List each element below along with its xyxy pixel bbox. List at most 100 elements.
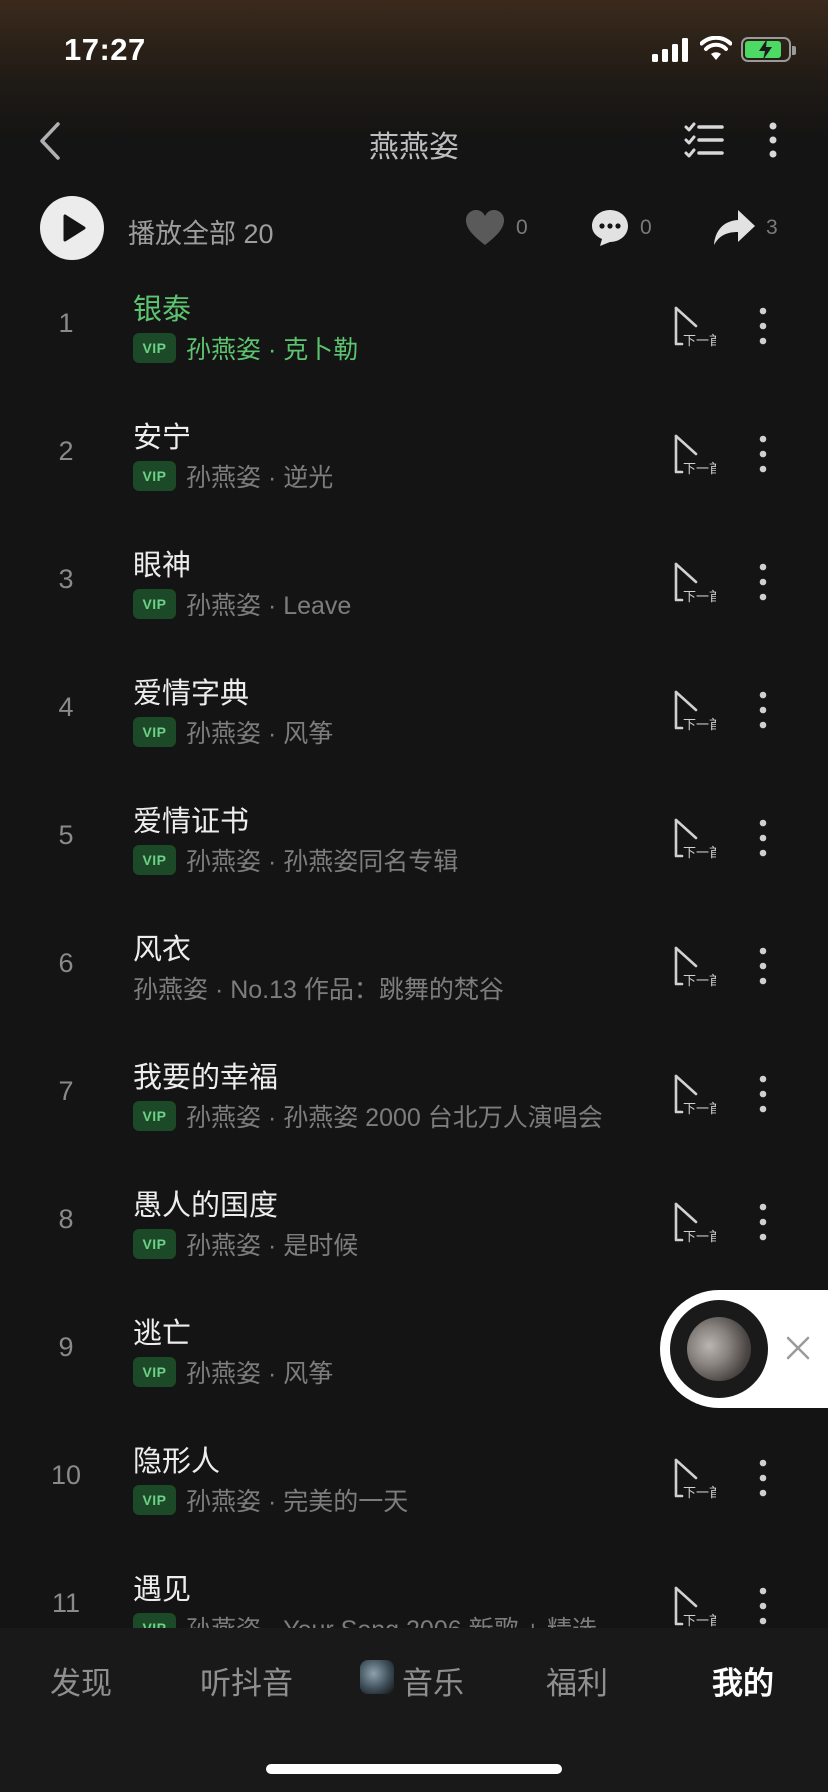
- like-button[interactable]: 0: [464, 206, 534, 250]
- song-index: 5: [58, 820, 74, 850]
- song-more-icon[interactable]: [752, 688, 774, 732]
- now-playing-disc[interactable]: [670, 1300, 768, 1398]
- vip-badge: VIP: [133, 1613, 176, 1628]
- song-row[interactable]: 3 眼神 VIP 孙燕姿 · Leave 下一首: [0, 524, 828, 652]
- album-art: [687, 1317, 751, 1381]
- svg-text:下一首: 下一首: [683, 974, 716, 988]
- song-subtitle: VIP 孙燕姿 · 孙燕姿同名专辑: [133, 844, 458, 876]
- song-row[interactable]: 8 愚人的国度 VIP 孙燕姿 · 是时候 下一首: [0, 1164, 828, 1292]
- song-subtitle: VIP 孙燕姿 · 克卜勒: [133, 332, 358, 364]
- song-subtitle: VIP 孙燕姿 · 孙燕姿 2000 台北万人演唱会: [133, 1100, 603, 1132]
- play-next-icon[interactable]: 下一首: [672, 944, 716, 988]
- song-artist-album: 孙燕姿 · 孙燕姿 2000 台北万人演唱会: [186, 1104, 603, 1132]
- svg-text:下一首: 下一首: [683, 1486, 716, 1500]
- song-title: 爱情证书: [133, 806, 250, 838]
- song-more-icon[interactable]: [752, 560, 774, 604]
- tab-mine[interactable]: 我的: [712, 1658, 774, 1703]
- svg-text:下一首: 下一首: [683, 1102, 716, 1116]
- song-subtitle: VIP 孙燕姿 · 逆光: [133, 460, 333, 492]
- tab-listen-douyin[interactable]: 听抖音: [200, 1658, 293, 1703]
- song-artist-album: 孙燕姿 · Your Song 2006 新歌 + 精选: [186, 1610, 597, 1628]
- song-more-icon[interactable]: [752, 1456, 774, 1500]
- song-index: 10: [50, 1460, 82, 1490]
- song-row[interactable]: 11 遇见 VIP 孙燕姿 · Your Song 2006 新歌 + 精选 下一首: [0, 1548, 828, 1628]
- vip-badge: VIP: [133, 333, 176, 363]
- song-row[interactable]: 10 隐形人 VIP 孙燕姿 · 完美的一天 下一首: [0, 1420, 828, 1548]
- song-subtitle: VIP 孙燕姿 · Your Song 2006 新歌 + 精选: [133, 1612, 597, 1628]
- share-button[interactable]: 3: [712, 206, 792, 250]
- song-more-icon[interactable]: [752, 1584, 774, 1628]
- song-more-icon[interactable]: [752, 816, 774, 860]
- like-count: 0: [516, 216, 528, 239]
- multi-select-list-icon[interactable]: [684, 120, 724, 160]
- play-next-icon[interactable]: 下一首: [672, 1584, 716, 1628]
- song-subtitle: VIP 孙燕姿 · 风筝: [133, 716, 333, 748]
- play-next-icon[interactable]: 下一首: [672, 1072, 716, 1116]
- song-more-icon[interactable]: [752, 944, 774, 988]
- svg-text:下一首: 下一首: [683, 590, 716, 604]
- play-next-icon[interactable]: 下一首: [672, 688, 716, 732]
- comment-icon: [592, 210, 628, 246]
- status-bar: 17:27: [0, 0, 828, 100]
- song-title: 爱情字典: [133, 678, 250, 710]
- play-next-icon[interactable]: 下一首: [672, 304, 716, 348]
- song-row[interactable]: 1 银泰 VIP 孙燕姿 · 克卜勒 下一首: [0, 268, 828, 396]
- heart-icon: [466, 210, 504, 245]
- svg-text:下一首: 下一首: [683, 718, 716, 732]
- song-row[interactable]: 7 我要的幸福 VIP 孙燕姿 · 孙燕姿 2000 台北万人演唱会 下一首: [0, 1036, 828, 1164]
- song-subtitle: VIP 孙燕姿 · 风筝: [133, 1356, 333, 1388]
- tab-discover[interactable]: 发现: [50, 1658, 112, 1703]
- song-more-icon[interactable]: [752, 1200, 774, 1244]
- song-index: 1: [58, 308, 74, 338]
- play-all-button[interactable]: [40, 196, 104, 260]
- song-artist-album: 孙燕姿 · 是时候: [186, 1232, 359, 1260]
- play-next-icon[interactable]: 下一首: [672, 1456, 716, 1500]
- vip-badge: VIP: [133, 589, 176, 619]
- comment-button[interactable]: 0: [590, 206, 660, 250]
- song-row[interactable]: 6 风衣 孙燕姿 · No.13 作品：跳舞的梵谷 下一首: [0, 908, 828, 1036]
- song-more-icon[interactable]: [752, 304, 774, 348]
- play-next-icon[interactable]: 下一首: [672, 1200, 716, 1244]
- song-row[interactable]: 5 爱情证书 VIP 孙燕姿 · 孙燕姿同名专辑 下一首: [0, 780, 828, 908]
- svg-text:下一首: 下一首: [683, 1230, 716, 1244]
- vip-badge: VIP: [133, 461, 176, 491]
- play-next-icon[interactable]: 下一首: [672, 560, 716, 604]
- song-artist-album: 孙燕姿 · Leave: [186, 592, 352, 620]
- song-artist-album: 孙燕姿 · 孙燕姿同名专辑: [186, 848, 459, 876]
- more-options-icon[interactable]: [762, 120, 784, 160]
- vip-badge: VIP: [133, 1485, 176, 1515]
- song-row[interactable]: 4 爱情字典 VIP 孙燕姿 · 风筝 下一首: [0, 652, 828, 780]
- song-index: 2: [58, 436, 74, 466]
- status-time: 17:27: [64, 32, 146, 67]
- song-title: 我要的幸福: [133, 1062, 279, 1094]
- wifi-icon: [700, 36, 732, 60]
- mini-player[interactable]: [660, 1290, 828, 1408]
- song-title: 遇见: [133, 1574, 192, 1606]
- song-subtitle: VIP 孙燕姿 · 是时候: [133, 1228, 358, 1260]
- nav-bar: 燕燕姿: [0, 110, 828, 172]
- song-artist-album: 孙燕姿 · 逆光: [186, 464, 334, 492]
- svg-text:下一首: 下一首: [683, 1614, 716, 1628]
- song-index: 4: [58, 692, 74, 722]
- play-next-icon[interactable]: 下一首: [672, 816, 716, 860]
- song-artist-album: 孙燕姿 · 风筝: [186, 1360, 334, 1388]
- play-icon: [63, 214, 86, 242]
- tab-welfare[interactable]: 福利: [546, 1658, 608, 1703]
- song-subtitle: VIP 孙燕姿 · 完美的一天: [133, 1484, 408, 1516]
- play-next-icon[interactable]: 下一首: [672, 432, 716, 476]
- song-row[interactable]: 2 安宁 VIP 孙燕姿 · 逆光 下一首: [0, 396, 828, 524]
- song-subtitle: VIP 孙燕姿 · Leave: [133, 588, 351, 620]
- song-more-icon[interactable]: [752, 432, 774, 476]
- vip-badge: VIP: [133, 845, 176, 875]
- song-title: 银泰: [133, 294, 192, 326]
- song-index: 8: [58, 1204, 74, 1234]
- cellular-signal-icon: [652, 38, 688, 62]
- play-all-label[interactable]: 播放全部 20: [128, 212, 274, 251]
- music-tab-thumbnail[interactable]: [360, 1660, 394, 1694]
- song-index: 3: [58, 564, 74, 594]
- tab-music[interactable]: 音乐: [402, 1658, 464, 1703]
- close-icon[interactable]: [780, 1330, 816, 1366]
- home-indicator: [266, 1764, 562, 1774]
- action-bar: 播放全部 20 0 0 3: [0, 194, 828, 264]
- song-more-icon[interactable]: [752, 1072, 774, 1116]
